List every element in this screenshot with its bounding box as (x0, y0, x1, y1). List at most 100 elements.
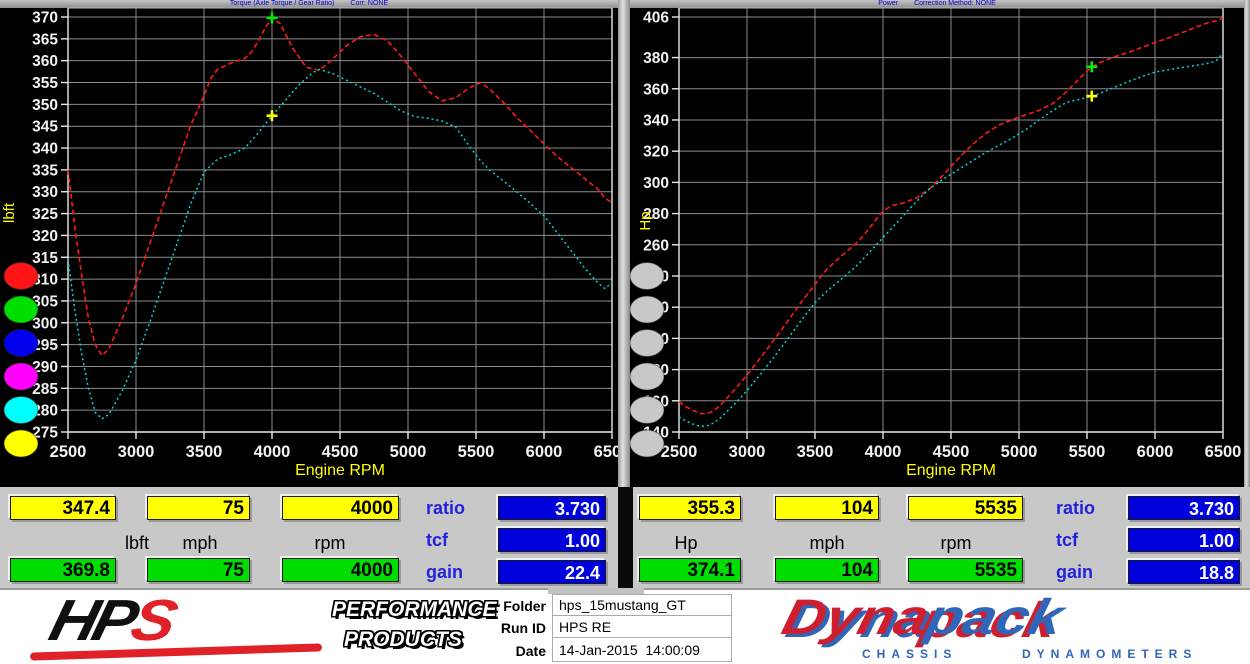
x-axis-title: Engine RPM (295, 462, 385, 479)
speed-unit-label: mph (155, 533, 245, 554)
rpm-unit-label: rpm (911, 533, 1001, 554)
y-tick-label: 320 (643, 144, 669, 161)
x-axis-title: Engine RPM (906, 462, 996, 479)
tick-labels: 4063803603403203002802602402202001801601… (643, 10, 1241, 462)
dynapack-chassis-text: CHASSIS (862, 647, 957, 661)
x-tick-label: 3500 (797, 443, 834, 461)
gain-value: 22.4 (498, 560, 606, 584)
run-color-button-1[interactable] (4, 263, 38, 290)
power-readout-panel: 355.3 104 5535 Hp mph rpm 374.1 104 5535… (633, 487, 1250, 588)
run-color-button-6[interactable] (4, 430, 38, 457)
run-color-button-2[interactable] (630, 296, 664, 323)
dyno-software-window: Torque (Axle Torque / Gear Ratio) Corr: … (0, 0, 1250, 664)
power-unit-label: Hp (641, 533, 731, 554)
gridlines (68, 8, 612, 432)
folder-label: Folder (480, 598, 546, 614)
form-row-divider (552, 637, 731, 638)
x-tick-label: 3000 (118, 443, 155, 461)
rpm-cursor-value-run1: 4000 (282, 496, 399, 520)
tcf-label: tcf (426, 530, 448, 551)
x-tick-label: 6000 (526, 443, 563, 461)
x-tick-label: 2500 (50, 443, 87, 461)
gain-label: gain (1056, 562, 1093, 583)
torque-chart: 3703653603553503453403353303253203153103… (0, 0, 620, 486)
ratio-label: ratio (426, 498, 465, 519)
run-id-value[interactable]: HPS RE (559, 619, 611, 635)
run-id-label: Run ID (480, 620, 546, 636)
peak-power-cyan (1086, 91, 1097, 102)
form-row-divider (552, 615, 731, 616)
date-label: Date (480, 643, 546, 659)
hps-products-text: PRODUCTS (344, 628, 462, 652)
ratio-value: 3.730 (1128, 496, 1240, 520)
tcf-value: 1.00 (1128, 528, 1240, 552)
rpm-cursor-value-run2: 4000 (282, 558, 399, 582)
x-tick-label: 6500 (1205, 443, 1242, 461)
y-tick-label: 260 (643, 237, 669, 254)
rpm-cursor-value-run2: 5535 (908, 558, 1023, 582)
run-color-button-5[interactable] (4, 397, 38, 424)
hps-performance-text: PERFORMANCE (332, 598, 497, 622)
tcf-label: tcf (1056, 530, 1078, 551)
speed-unit-label: mph (782, 533, 872, 554)
run-color-button-4[interactable] (630, 363, 664, 390)
gain-value: 18.8 (1128, 560, 1240, 584)
readout-panel-gap (618, 487, 633, 588)
y-tick-label: 340 (32, 141, 58, 158)
power-cursor-value-run2: 374.1 (639, 558, 741, 582)
torque-cursor-value-run1: 347.4 (10, 496, 116, 520)
folder-value[interactable]: hps_15mustang_GT (559, 597, 686, 613)
x-tick-label: 3500 (186, 443, 223, 461)
torque-readout-panel: 347.4 75 4000 lbft mph rpm 369.8 75 4000… (0, 487, 618, 588)
y-tick-label: 350 (32, 97, 58, 114)
y-tick-label: 360 (643, 81, 669, 98)
y-tick-label: 315 (32, 250, 58, 267)
power-cursor-value-run1: 355.3 (639, 496, 741, 520)
x-tick-label: 5000 (1001, 443, 1038, 461)
gain-label: gain (426, 562, 463, 583)
right-edge-strip (1244, 0, 1250, 487)
dynapack-dynamometers-text: DYNAMOMETERS (1022, 647, 1197, 661)
y-axis-title: lbft (1, 202, 18, 223)
run-color-button-4[interactable] (4, 363, 38, 390)
y-tick-label: 300 (32, 315, 58, 332)
x-tick-label: 4500 (933, 443, 970, 461)
y-tick-label: 345 (32, 119, 58, 136)
y-tick-label: 320 (32, 228, 58, 245)
y-tick-label: 335 (32, 162, 58, 179)
rpm-unit-label: rpm (285, 533, 375, 554)
dynapack-logo: Dynapack (778, 592, 1069, 642)
power-chart: 4063803603403203002802602402202001801601… (630, 0, 1244, 486)
speed-cursor-value-run2: 75 (147, 558, 250, 582)
x-tick-label: 2500 (661, 443, 698, 461)
rpm-cursor-value-run1: 5535 (908, 496, 1023, 520)
run-color-button-6[interactable] (630, 430, 664, 457)
y-tick-label: 365 (32, 31, 58, 48)
date-value[interactable]: 14-Jan-2015 14:00:09 (559, 642, 700, 658)
chart-divider (618, 0, 630, 487)
y-axis-title: Hp (637, 211, 654, 230)
run-color-button-3[interactable] (630, 330, 664, 357)
x-tick-label: 4000 (254, 443, 291, 461)
y-tick-label: 325 (32, 206, 58, 223)
x-tick-label: 4000 (865, 443, 902, 461)
torque-cursor-value-run2: 369.8 (10, 558, 116, 582)
x-tick-label: 6000 (1137, 443, 1174, 461)
x-tick-label: 4500 (322, 443, 359, 461)
y-tick-label: 340 (643, 112, 669, 129)
ratio-label: ratio (1056, 498, 1095, 519)
run-color-button-3[interactable] (4, 330, 38, 357)
ratio-value: 3.730 (498, 496, 606, 520)
x-tick-label: 5000 (390, 443, 427, 461)
run-color-button-2[interactable] (4, 296, 38, 323)
run-color-button-1[interactable] (630, 263, 664, 290)
x-tick-label: 6500 (594, 443, 620, 461)
run-color-button-5[interactable] (630, 397, 664, 424)
y-tick-label: 330 (32, 184, 58, 201)
speed-cursor-value-run1: 104 (775, 496, 879, 520)
peak-torque-cyan (267, 110, 278, 121)
dynapack-logo-dyna: Dyna (777, 589, 935, 645)
speed-cursor-value-run1: 75 (147, 496, 250, 520)
gridlines (679, 8, 1223, 432)
hps-logo: HPS (45, 594, 179, 648)
